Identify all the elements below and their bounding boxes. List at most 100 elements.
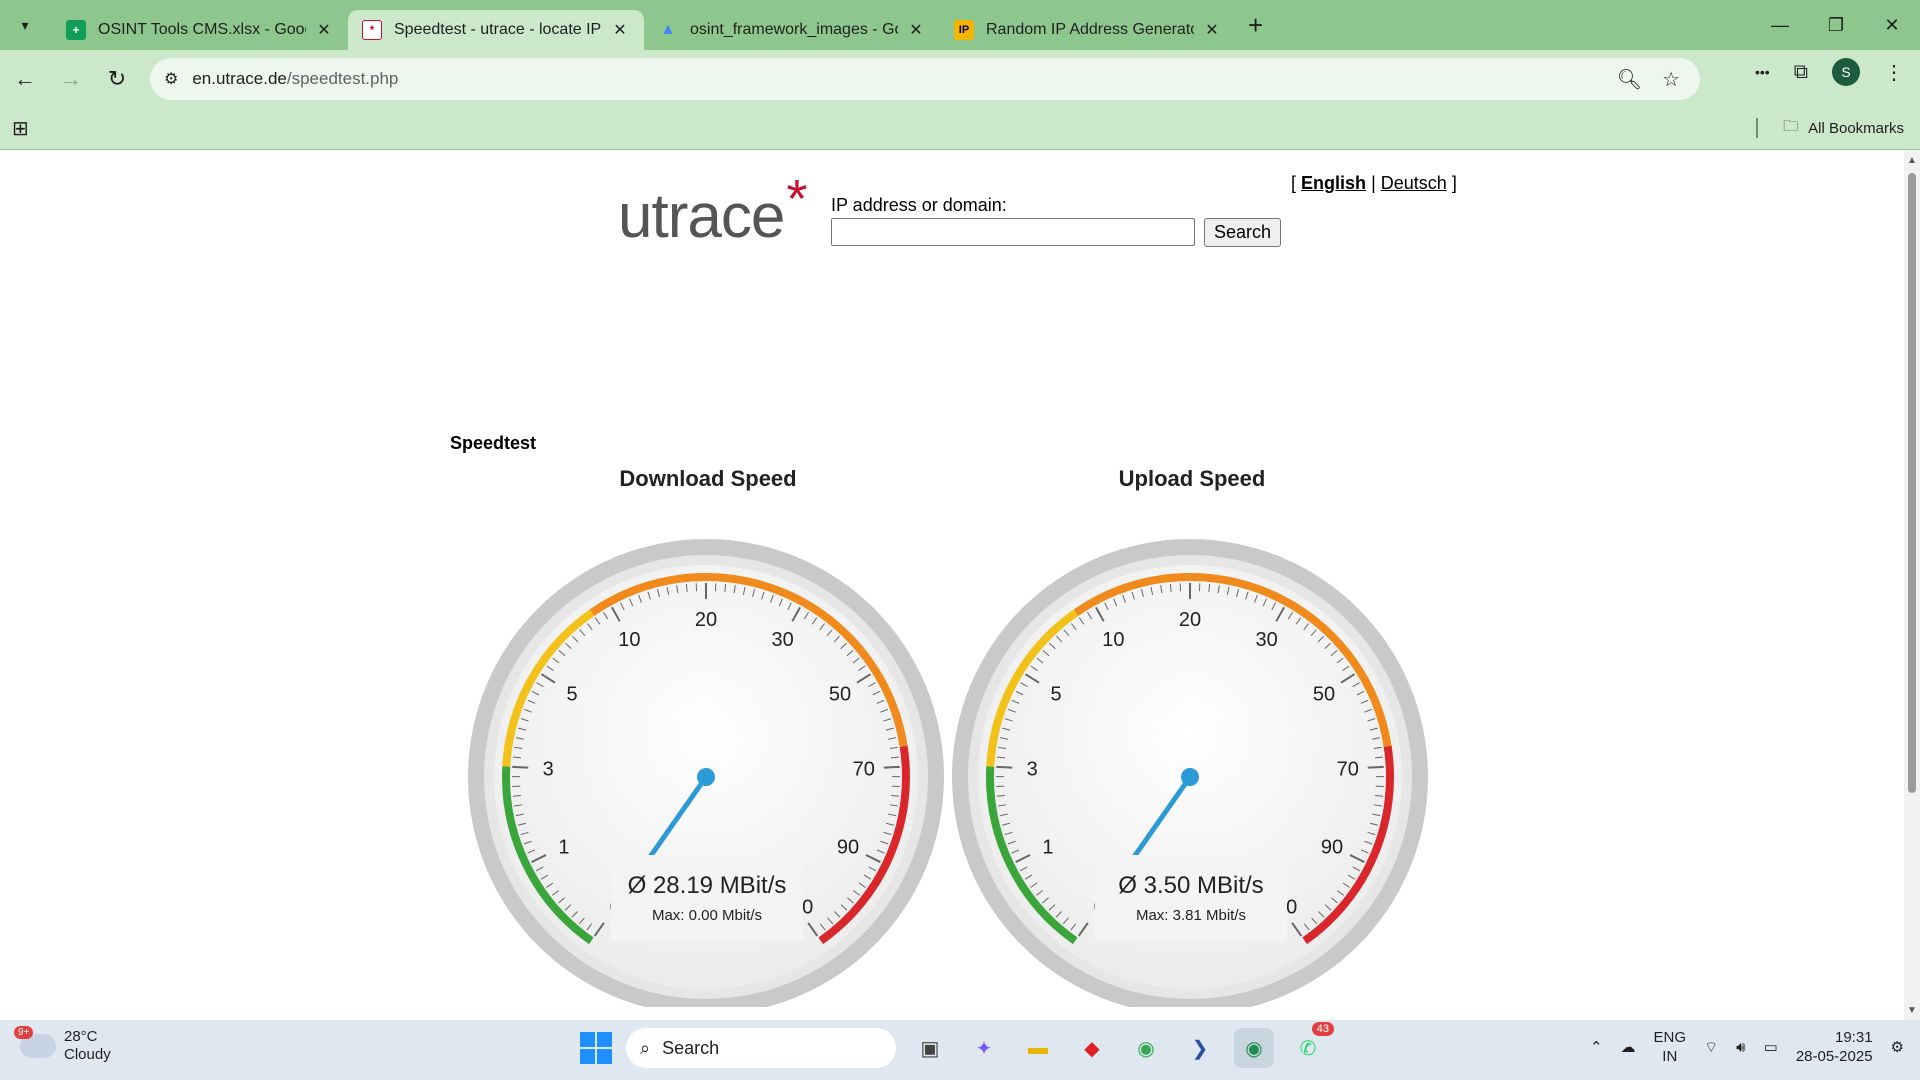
sheets-icon: + — [66, 20, 86, 40]
tab-random-ip[interactable]: IP Random IP Address Generator, ✕ — [940, 10, 1236, 50]
bracket: [ — [1291, 173, 1297, 193]
logo-star: * — [786, 169, 807, 229]
ip-icon: IP — [954, 20, 974, 40]
forward-button[interactable]: → — [50, 58, 92, 100]
search-button[interactable]: Search — [1204, 218, 1281, 247]
close-window-icon[interactable]: ✕ — [1864, 0, 1920, 50]
tab-title: osint_framework_images - Goo — [690, 21, 898, 38]
start-button[interactable] — [580, 1032, 612, 1064]
tab-osint-images[interactable]: ▲ osint_framework_images - Goo ✕ — [644, 10, 940, 50]
close-icon[interactable]: ✕ — [610, 20, 630, 40]
clock[interactable]: 19:31 28-05-2025 — [1796, 1028, 1873, 1066]
tab-title: Speedtest - utrace - locate IP ad — [394, 21, 602, 38]
copilot-icon[interactable]: ✦ — [964, 1028, 1004, 1068]
extension-pin-icon[interactable]: ••• — [1755, 64, 1770, 80]
bookmark-star-icon[interactable]: ☆ — [1662, 67, 1680, 92]
input-language[interactable]: ENG IN — [1654, 1028, 1687, 1066]
upload-max-readout: Max: 3.81 Mbit/s — [1136, 907, 1246, 924]
search-icon: ⌕ — [640, 1037, 651, 1058]
close-icon[interactable]: ✕ — [1202, 20, 1222, 40]
chrome-profile-icon[interactable]: ◉ — [1234, 1028, 1274, 1068]
new-tab-button[interactable]: + — [1248, 10, 1263, 41]
address-bar[interactable]: ⚙ en.utrace.de/speedtest.php 🔍︎ ☆ — [150, 58, 1700, 100]
wifi-icon[interactable]: ⌔ — [1704, 1038, 1718, 1057]
extensions-icon[interactable]: ⧉ — [1794, 61, 1808, 84]
chrome-icon[interactable]: ◉ — [1126, 1028, 1166, 1068]
separator: | — [1371, 173, 1376, 193]
browser-toolbar: ← → ↻ ⚙ en.utrace.de/speedtest.php 🔍︎ ☆ … — [0, 50, 1920, 107]
clock-date: 28-05-2025 — [1795, 1048, 1873, 1065]
url-path: /speedtest.php — [286, 69, 399, 88]
back-button[interactable]: ← — [4, 58, 46, 100]
bracket: ] — [1451, 173, 1457, 193]
page-scrollbar[interactable]: ▲ ▼ — [1904, 151, 1920, 1020]
download-avg-readout: Ø 28.19 MBit/s — [628, 872, 787, 899]
lang-deutsch-link[interactable]: Deutsch — [1381, 173, 1447, 193]
gauge-scale-label: 70 — [853, 759, 875, 781]
weather-temp: 28°C — [64, 1028, 98, 1045]
site-info-icon[interactable]: ⚙ — [164, 69, 178, 89]
gauge-scale-label: 70 — [1337, 759, 1359, 781]
reload-icon: ↻ — [107, 65, 127, 91]
window-controls: — ❐ ✕ — [1752, 0, 1920, 50]
clock-time: 19:31 — [1835, 1029, 1873, 1046]
profile-avatar[interactable]: S — [1832, 58, 1860, 86]
app-diamond-icon[interactable]: ◆ — [1072, 1028, 1112, 1068]
tab-strip: ▾ + OSINT Tools CMS.xlsx - Google ✕ * Sp… — [0, 0, 1920, 50]
file-explorer-icon[interactable]: ▬ — [1018, 1028, 1058, 1068]
logo-text: utrace — [618, 182, 785, 251]
menu-kebab-icon[interactable]: ⋮ — [1884, 60, 1904, 85]
scroll-thumb[interactable] — [1908, 173, 1916, 793]
gauge-tick — [996, 765, 1013, 769]
notifications-icon[interactable]: ⚙ — [1891, 1038, 1904, 1056]
gauge-scale-label: 1 — [558, 836, 569, 858]
close-icon[interactable]: ✕ — [314, 20, 334, 40]
chevron-up-icon[interactable]: ⌃ — [1590, 1038, 1603, 1056]
ip-domain-input[interactable] — [831, 218, 1195, 246]
utrace-logo[interactable]: utrace* — [618, 169, 807, 252]
gauge-scale-label: 50 — [1313, 683, 1335, 705]
gauge-scale-label: 5 — [566, 683, 577, 705]
gauge-needle-hub — [697, 768, 715, 786]
download-gauge: 0135102030507090100Ø 28.19 MBit/sMax: 0.… — [468, 539, 944, 1007]
tab-speedtest[interactable]: * Speedtest - utrace - locate IP ad ✕ — [348, 10, 644, 50]
gauge-tick — [512, 765, 529, 769]
gauge-scale-label: 3 — [1027, 759, 1038, 781]
gauge-scale-label: 3 — [543, 759, 554, 781]
tab-title: OSINT Tools CMS.xlsx - Google — [98, 21, 306, 38]
battery-icon[interactable]: ▭ — [1764, 1038, 1778, 1056]
whatsapp-icon[interactable]: ✆ 43 — [1288, 1022, 1334, 1068]
url-host: en.utrace.de — [192, 69, 287, 88]
weather-widget[interactable]: 9+ 28°C Cloudy — [14, 1026, 111, 1064]
all-bookmarks-button[interactable]: 🗀 All Bookmarks — [1783, 116, 1904, 141]
system-tray: ⌃ ☁ ENG IN ⌔ 🔊︎ ▭ 19:31 28-05-2025 ⚙ — [1590, 1028, 1904, 1066]
gauge-scale-label: 1 — [1042, 836, 1053, 858]
powershell-icon[interactable]: ❯ — [1180, 1028, 1220, 1068]
lang-english-link[interactable]: English — [1301, 173, 1366, 193]
reload-button[interactable]: ↻ — [96, 58, 138, 100]
restore-icon[interactable]: ❐ — [1808, 0, 1864, 50]
apps-grid-icon[interactable]: ⊞ — [12, 116, 29, 141]
taskbar-search[interactable]: ⌕ Search — [626, 1028, 896, 1068]
gauge-needle-hub — [1181, 768, 1199, 786]
speedtest-heading: Speedtest — [450, 433, 537, 453]
cloud-icon: 9+ — [14, 1026, 56, 1058]
minimize-icon[interactable]: — — [1752, 0, 1808, 50]
scroll-down-icon[interactable]: ▼ — [1907, 1005, 1917, 1016]
scroll-up-icon[interactable]: ▲ — [1907, 155, 1917, 166]
tab-osint-tools[interactable]: + OSINT Tools CMS.xlsx - Google ✕ — [52, 10, 348, 50]
close-icon[interactable]: ✕ — [906, 20, 926, 40]
taskbar-search-label: Search — [662, 1037, 720, 1058]
gauge-scale-label: 20 — [1179, 609, 1201, 631]
tab-search-button[interactable]: ▾ — [8, 8, 42, 42]
task-view-icon[interactable]: ▣ — [910, 1028, 950, 1068]
arrow-right-icon: → — [60, 65, 82, 91]
gauge-scale-label: 50 — [829, 683, 851, 705]
gauge-scale-label: 5 — [1050, 683, 1061, 705]
ip-label: IP address or domain: — [831, 195, 1007, 215]
volume-icon[interactable]: 🔊︎ — [1736, 1039, 1745, 1056]
bookmarks-bar: ⊞ 🗀 All Bookmarks — [0, 107, 1920, 150]
web-page: [ English | Deutsch ] utrace* IP address… — [0, 151, 1904, 1020]
onedrive-icon[interactable]: ☁ — [1621, 1038, 1636, 1056]
zoom-icon[interactable]: 🔍︎ — [1617, 67, 1642, 92]
